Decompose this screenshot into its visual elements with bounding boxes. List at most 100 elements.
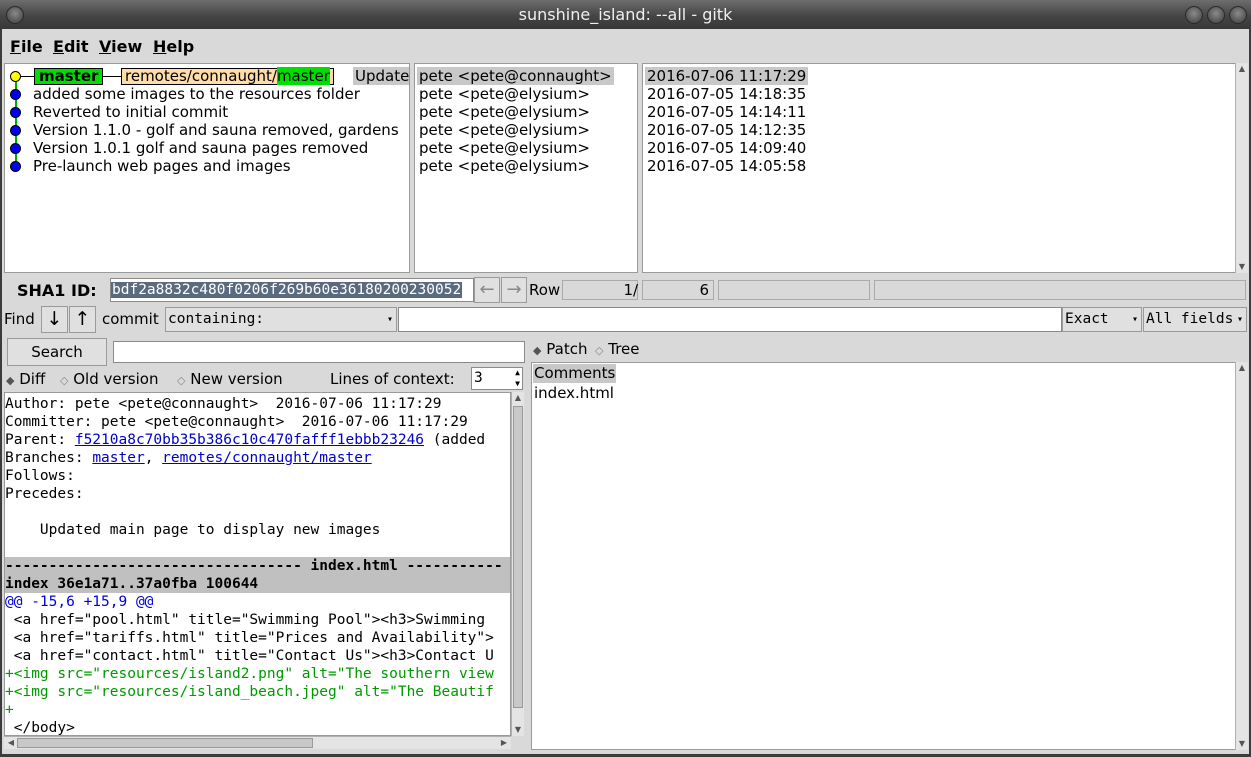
date-3[interactable]: 2016-07-05 14:12:35: [647, 121, 806, 139]
commit-dot: [10, 89, 21, 100]
branches-line: Branches: master, remotes/connaught/mast…: [5, 449, 372, 467]
file-list-pane[interactable]: Comments index.html: [531, 362, 1236, 750]
scroll-down-icon[interactable]: ▼: [512, 725, 524, 735]
find-fields-select[interactable]: All fields ▾: [1143, 307, 1247, 332]
scroll-up-icon[interactable]: ▲: [512, 393, 524, 403]
author-pane[interactable]: pete <pete@connaught> pete <pete@elysium…: [414, 63, 638, 273]
file-item-index-html[interactable]: index.html: [534, 384, 614, 403]
patch-label: Patch: [546, 340, 588, 358]
tag-connector: [21, 76, 35, 77]
radio-unselected-icon: ◇: [177, 374, 186, 387]
date-4[interactable]: 2016-07-05 14:09:40: [647, 139, 806, 157]
menu-file-label: ile: [20, 37, 43, 56]
scroll-down-icon[interactable]: ▼: [1236, 739, 1248, 749]
maximize-icon[interactable]: [1207, 6, 1225, 24]
menu-edit-mnemonic: E: [53, 37, 64, 56]
close-icon[interactable]: [1229, 6, 1247, 24]
diff-vertical-scrollbar[interactable]: ▲ ▼: [511, 392, 524, 736]
old-version-radio[interactable]: ◇ Old version: [60, 370, 158, 388]
context-line: </body>: [5, 720, 75, 736]
added-line: +<img src="resources/island_beach.jpeg" …: [5, 684, 494, 700]
remote-branch-tag[interactable]: remotes/connaught/master: [121, 67, 334, 85]
author-5[interactable]: pete <pete@elysium>: [419, 157, 590, 175]
menu-edit[interactable]: Edit: [53, 37, 89, 56]
scroll-down-icon[interactable]: ▼: [1236, 262, 1248, 272]
file-list-scrollbar[interactable]: ▲ ▼: [1235, 362, 1248, 750]
dropdown-icon: ▾: [1131, 314, 1138, 325]
file-header-line: ---------------------------------- index…: [5, 557, 510, 575]
find-match-select[interactable]: Exact ▾: [1062, 307, 1142, 332]
scroll-up-icon[interactable]: ▲: [1236, 64, 1248, 74]
window-menu-icon[interactable]: [6, 6, 24, 24]
radio-selected-icon: ◆: [6, 374, 15, 387]
branch-link-remote[interactable]: remotes/connaught/master: [162, 450, 372, 466]
menu-file-mnemonic: F: [10, 37, 21, 56]
author-4[interactable]: pete <pete@elysium>: [419, 139, 590, 157]
date-1[interactable]: 2016-07-05 14:18:35: [647, 85, 806, 103]
author-2[interactable]: pete <pete@elysium>: [419, 103, 590, 121]
menu-bar: File Edit View Help: [2, 31, 1249, 61]
commit-subject-3[interactable]: Version 1.1.0 - golf and sauna removed, …: [33, 121, 399, 139]
scroll-left-icon[interactable]: ◀: [5, 738, 17, 748]
commit-subject-1[interactable]: added some images to the resources folde…: [33, 85, 360, 103]
old-version-label: Old version: [73, 370, 159, 388]
menu-help[interactable]: Help: [153, 37, 194, 56]
branch-link-master[interactable]: master: [92, 450, 144, 466]
date-pane[interactable]: 2016-07-06 11:17:29 2016-07-05 14:18:35 …: [642, 63, 1236, 273]
commit-dot: [10, 107, 21, 118]
commit-graph-pane[interactable]: master remotes/connaught/master Update a…: [4, 63, 410, 273]
file-item-comments[interactable]: Comments: [533, 364, 617, 383]
diff-details-pane[interactable]: Author: pete <pete@connaught> 2016-07-06…: [4, 392, 511, 736]
radio-unselected-icon: ◇: [595, 344, 604, 357]
scroll-thumb[interactable]: [513, 406, 523, 708]
menu-file[interactable]: File: [10, 37, 43, 56]
commit-subject-4[interactable]: Version 1.0.1 golf and sauna pages remov…: [33, 139, 368, 157]
commit-subject-2[interactable]: Reverted to initial commit: [33, 103, 228, 121]
author-3[interactable]: pete <pete@elysium>: [419, 121, 590, 139]
diff-horizontal-scrollbar[interactable]: ◀ ▶: [4, 736, 511, 749]
commit-subject-0[interactable]: Update: [353, 67, 409, 85]
scroll-right-icon[interactable]: ▶: [498, 738, 510, 748]
parent-label: Parent:: [5, 432, 75, 448]
minimize-icon[interactable]: [1185, 6, 1203, 24]
new-version-radio[interactable]: ◇ New version: [177, 370, 283, 388]
commit-subject-5[interactable]: Pre-launch web pages and images: [33, 157, 291, 175]
search-button[interactable]: Search: [7, 338, 107, 366]
diff-radio[interactable]: ◆ Diff: [6, 370, 45, 388]
patch-radio[interactable]: ◆ Patch: [533, 340, 587, 358]
spin-up-icon[interactable]: ▲: [515, 368, 520, 378]
added-line: +: [5, 702, 14, 718]
h-scroll-thumb[interactable]: [17, 738, 313, 748]
arrow-right-icon: →: [506, 279, 522, 300]
find-input[interactable]: [398, 307, 1062, 332]
find-mode-select[interactable]: containing: ▾: [165, 307, 397, 332]
back-button[interactable]: ←: [474, 277, 500, 303]
scroll-up-icon[interactable]: ▲: [1236, 363, 1248, 373]
tree-radio[interactable]: ◇ Tree: [595, 340, 640, 358]
context-spinbox[interactable]: 3 ▲ ▼: [471, 367, 523, 390]
spin-down-icon[interactable]: ▼: [515, 379, 520, 389]
row-total: 6: [642, 280, 714, 300]
history-scrollbar[interactable]: ▲ ▼: [1235, 63, 1248, 273]
find-prev-button[interactable]: ↑: [69, 306, 96, 333]
context-value: 3: [474, 370, 483, 386]
date-2[interactable]: 2016-07-05 14:14:11: [647, 103, 806, 121]
date-0[interactable]: 2016-07-06 11:17:29: [645, 67, 809, 85]
master-branch-tag[interactable]: master: [34, 68, 104, 85]
menu-view[interactable]: View: [99, 37, 142, 56]
parent-sha-link[interactable]: f5210a8c70bb35b386c10c470fafff1ebbb23246: [75, 432, 424, 448]
menu-view-label: iew: [111, 37, 143, 56]
date-5[interactable]: 2016-07-05 14:05:58: [647, 157, 806, 175]
arrow-down-icon: ↓: [46, 308, 63, 330]
sha1-value: bdf2a8832c480f0206f269b60e36180200230052: [111, 282, 463, 298]
diff-radio-label: Diff: [19, 370, 46, 388]
author-0[interactable]: pete <pete@connaught>: [417, 67, 614, 85]
search-input[interactable]: [113, 341, 525, 363]
forward-button[interactable]: →: [501, 277, 527, 303]
find-next-button[interactable]: ↓: [41, 306, 68, 333]
author-1[interactable]: pete <pete@elysium>: [419, 85, 590, 103]
menu-help-label: elp: [166, 37, 195, 56]
remote-tag-prefix: remotes/connaught/: [125, 67, 277, 85]
sha1-field[interactable]: bdf2a8832c480f0206f269b60e36180200230052: [110, 278, 474, 302]
branch-separator: ,: [144, 450, 163, 466]
